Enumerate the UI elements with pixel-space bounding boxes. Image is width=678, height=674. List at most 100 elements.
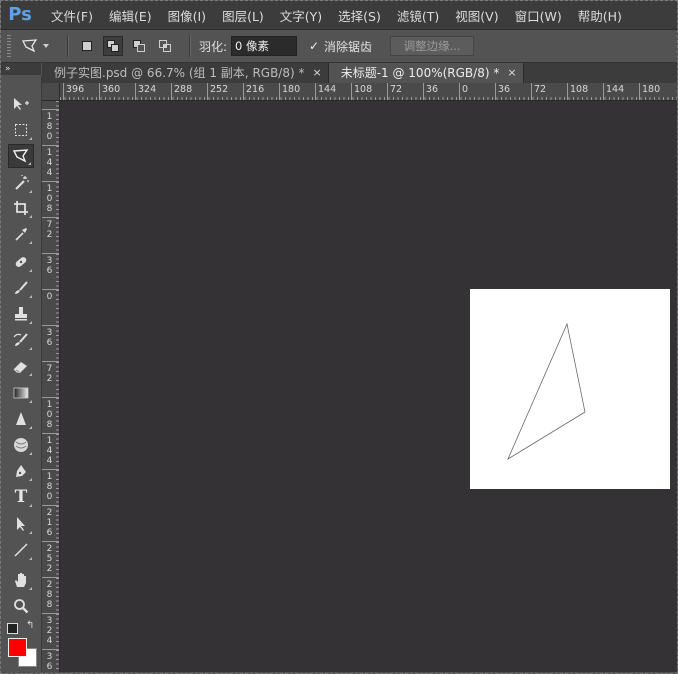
menu-file[interactable]: 文件(F) (51, 6, 93, 25)
ruler-tick (279, 83, 280, 100)
ruler-tick (207, 83, 208, 100)
close-icon[interactable]: × (312, 63, 321, 83)
ruler-tick (567, 83, 568, 100)
eyedropper-tool[interactable] (8, 222, 34, 246)
ruler-label: 144 (46, 148, 53, 178)
crop-tool-icon (14, 201, 28, 215)
menu-image[interactable]: 图像(I) (168, 6, 206, 25)
antialias-checkbox[interactable]: ✓ (309, 40, 321, 52)
ruler-label: 36 (46, 328, 53, 348)
line-tool[interactable] (8, 538, 34, 562)
add-to-selection-icon (107, 40, 119, 52)
path-selection-tool[interactable] (8, 512, 34, 536)
ruler-tick (42, 505, 59, 506)
tools-panel-toggle[interactable]: » (1, 63, 41, 75)
menu-type[interactable]: 文字(Y) (280, 6, 322, 25)
subtract-from-selection-icon (133, 40, 145, 52)
menu-window[interactable]: 窗口(W) (515, 6, 562, 25)
ruler-label: 288 (46, 580, 53, 610)
close-icon[interactable]: × (507, 63, 516, 83)
chevron-down-icon (43, 44, 49, 48)
move-tool[interactable] (8, 92, 34, 116)
tab-label: 例子实图.psd @ 66.7% (组 1 副本, RGB/8) * (54, 66, 305, 80)
history-brush-tool-icon (13, 333, 28, 346)
ruler-tick (42, 253, 59, 254)
ruler-tick (531, 83, 532, 100)
default-colors-icon[interactable] (7, 623, 18, 634)
foreground-color-swatch[interactable] (8, 638, 27, 657)
dodge-tool[interactable] (8, 433, 34, 457)
ruler-tick (243, 83, 244, 100)
tools-panel: T (1, 76, 42, 672)
marquee-tool[interactable] (8, 118, 34, 142)
tab-example-psd[interactable]: 例子实图.psd @ 66.7% (组 1 副本, RGB/8) * × (42, 63, 329, 83)
menu-help[interactable]: 帮助(H) (578, 6, 622, 25)
ruler-tick (639, 83, 640, 100)
tab-untitled-1[interactable]: 未标题-1 @ 100%(RGB/8) * × (328, 63, 524, 83)
tool-preset-picker[interactable] (21, 38, 49, 54)
ruler-tick (42, 181, 59, 182)
menu-layer[interactable]: 图层(L) (222, 6, 264, 25)
crop-tool[interactable] (8, 196, 34, 220)
new-selection-button[interactable] (77, 36, 97, 56)
hand-tool[interactable] (8, 568, 34, 592)
ruler-label: 360 (102, 84, 121, 95)
selection-svg (507, 322, 586, 461)
menu-select[interactable]: 选择(S) (338, 6, 381, 25)
history-brush-tool[interactable] (8, 328, 34, 352)
menu-filter[interactable]: 滤镜(T) (397, 6, 439, 25)
ruler-tick (42, 109, 59, 110)
canvas-workspace[interactable] (60, 101, 677, 672)
ruler-tick (171, 83, 172, 100)
tool-group-indicator (29, 400, 32, 403)
eraser-tool[interactable] (8, 354, 34, 378)
healing-brush-tool-icon (15, 257, 27, 267)
dodge-tool-icon (14, 438, 28, 452)
refine-edge-button[interactable]: 调整边缘... (390, 36, 475, 56)
ruler-origin[interactable] (42, 83, 60, 101)
tool-group-indicator (29, 215, 32, 218)
polygonal-lasso-icon (21, 39, 38, 53)
swap-colors-icon[interactable]: ↰ (26, 620, 34, 631)
add-to-selection-button[interactable] (103, 36, 123, 56)
ruler-tick (42, 397, 59, 398)
tool-group-indicator (29, 587, 32, 590)
menu-view[interactable]: 视图(V) (455, 6, 498, 25)
tool-group-indicator (29, 373, 32, 376)
zoom-tool[interactable] (8, 594, 34, 618)
magic-wand-tool[interactable] (8, 171, 34, 195)
ruler-tick (42, 217, 59, 218)
feather-input[interactable]: 0 像素 (231, 36, 298, 56)
ruler-tick (42, 649, 59, 650)
ruler-tick (63, 83, 64, 100)
ruler-tick (42, 361, 59, 362)
hand-tool-icon (15, 573, 26, 587)
options-grip[interactable] (7, 35, 11, 57)
line-tool-icon (14, 543, 28, 557)
pen-tool[interactable] (8, 459, 34, 483)
brush-tool[interactable] (8, 276, 34, 300)
horizontal-ruler[interactable]: 396 360 324 288 252 216 180 144 108 72 36 0 36 72 108 1… (60, 83, 677, 101)
vertical-ruler[interactable]: 180 144 108 72 36 0 36 72 108 144 180 216 252 288 324 3… (42, 101, 60, 672)
clone-stamp-tool[interactable] (8, 302, 34, 326)
intersect-selection-button[interactable] (155, 36, 175, 56)
path-selection-tool-icon (17, 517, 25, 531)
move-tool-icon (14, 98, 29, 110)
blur-tool[interactable] (8, 407, 34, 431)
new-selection-icon (82, 41, 92, 51)
document-canvas[interactable] (470, 289, 670, 489)
document-tabs: 例子实图.psd @ 66.7% (组 1 副本, RGB/8) * × 未标题… (42, 63, 677, 83)
app-logo[interactable]: Ps (5, 3, 35, 27)
tool-group-indicator (29, 426, 32, 429)
ruler-label: 0 (46, 292, 53, 302)
type-tool[interactable]: T (8, 485, 34, 509)
ruler-tick (495, 83, 496, 100)
ruler-label: 108 (354, 84, 373, 95)
subtract-from-selection-button[interactable] (129, 36, 149, 56)
ruler-label: 72 (46, 364, 53, 384)
pen-tool-icon (16, 465, 26, 477)
gradient-tool[interactable] (8, 381, 34, 405)
polygonal-lasso-tool[interactable] (8, 144, 34, 168)
menu-edit[interactable]: 编辑(E) (109, 6, 152, 25)
healing-brush-tool[interactable] (8, 250, 34, 274)
